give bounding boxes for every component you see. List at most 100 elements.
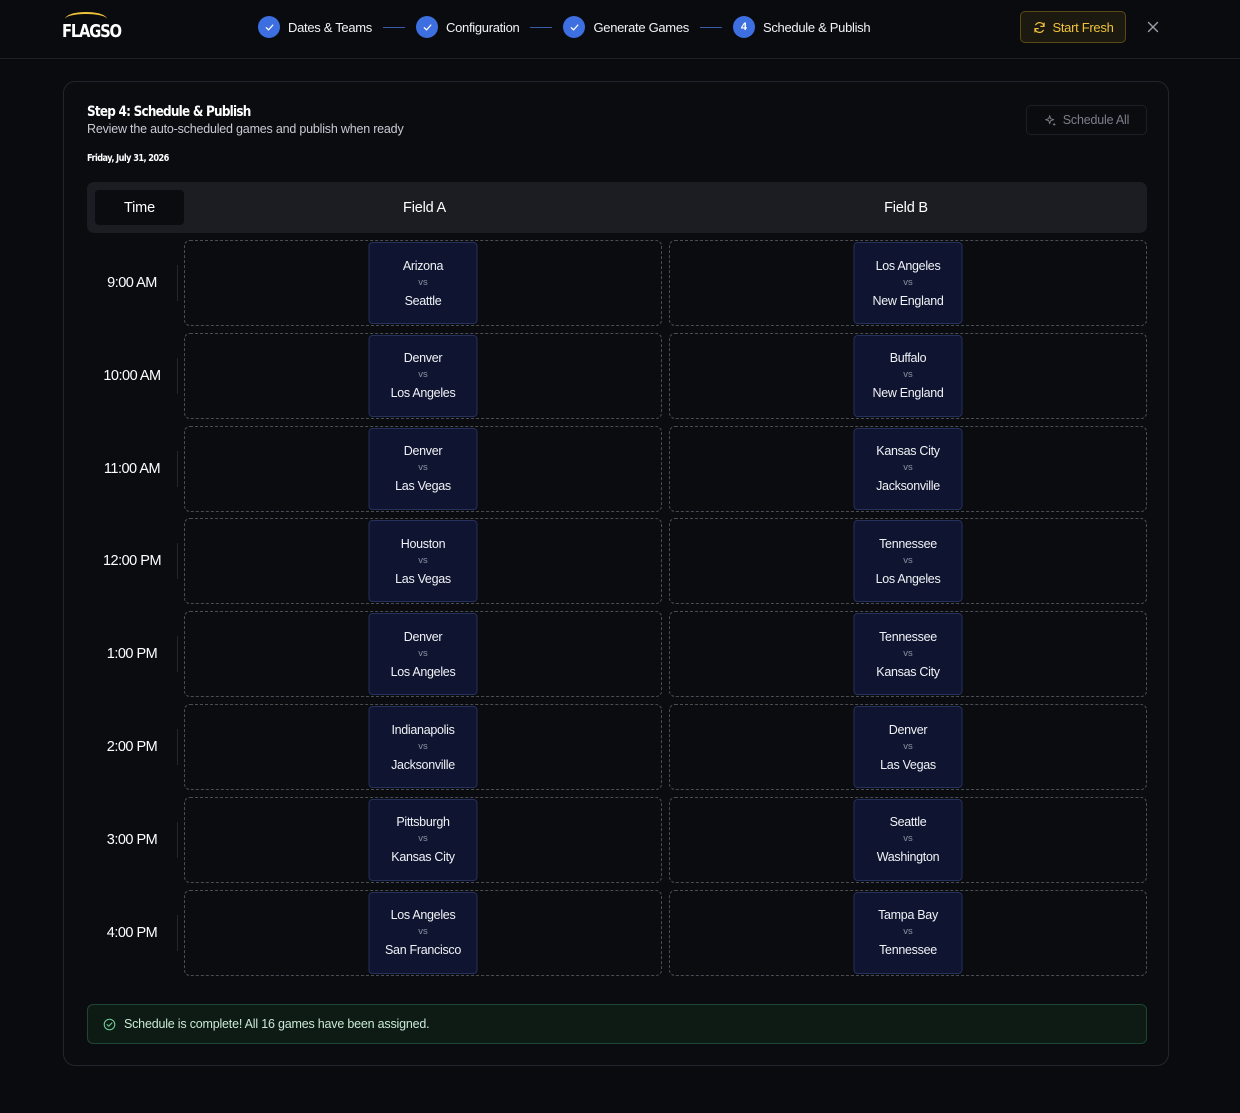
close-button[interactable] xyxy=(1144,18,1162,36)
home-team: Denver xyxy=(403,351,443,366)
vs-label: vs xyxy=(903,740,913,752)
time-slot-label: 1:00 PM xyxy=(106,646,158,663)
away-team: Los Angeles xyxy=(390,664,456,679)
step-generate-games[interactable]: Generate Games xyxy=(563,16,689,38)
field-b-slot[interactable]: Tennessee vs Los Angeles xyxy=(669,518,1147,605)
game-card[interactable]: Seattle vs Washington xyxy=(853,798,963,881)
vs-label: vs xyxy=(418,462,428,474)
home-team: Tennessee xyxy=(879,536,937,551)
step-connector xyxy=(383,26,406,28)
game-card[interactable]: Kansas City vs Jacksonville xyxy=(853,427,963,510)
game-card[interactable]: Denver vs Las Vegas xyxy=(368,427,478,510)
schedule-card: Step 4: Schedule & Publish Review the au… xyxy=(63,81,1169,1066)
step-dates-teams[interactable]: Dates & Teams xyxy=(258,16,372,38)
check-icon xyxy=(258,16,280,38)
field-a-slot[interactable]: Indianapolis vs Jacksonville xyxy=(184,704,662,790)
field-b-slot[interactable]: Denver vs Las Vegas xyxy=(669,704,1147,790)
time-slot-label: 9:00 AM xyxy=(107,275,157,291)
game-card[interactable]: Denver vs Las Vegas xyxy=(853,706,963,788)
time-divider xyxy=(177,821,178,858)
game-card[interactable]: Tampa Bay vs Tennessee xyxy=(853,891,963,974)
time-slot-label: 2:00 PM xyxy=(106,739,158,755)
vs-label: vs xyxy=(903,369,913,381)
time-slot-label: 10:00 AM xyxy=(103,367,161,384)
field-a-header: Field A xyxy=(403,199,446,216)
field-b-slot[interactable]: Tennessee vs Kansas City xyxy=(669,611,1147,698)
away-team: Seattle xyxy=(404,293,442,308)
field-b-slot[interactable]: Tampa Bay vs Tennessee xyxy=(669,889,1147,976)
game-card[interactable]: Los Angeles vs New England xyxy=(853,242,963,324)
game-card[interactable]: Arizona vs Seattle xyxy=(368,242,478,324)
top-bar: FLAGSO Dates & Teams Configuration Gener… xyxy=(0,0,1240,59)
start-fresh-label: Start Fresh xyxy=(1052,19,1114,35)
step-schedule-publish[interactable]: 4 Schedule & Publish xyxy=(732,16,871,38)
vs-label: vs xyxy=(903,276,913,288)
field-a-slot[interactable]: Denver vs Las Vegas xyxy=(184,425,662,512)
home-team: Buffalo xyxy=(889,351,927,366)
time-column-header: Time xyxy=(95,190,184,225)
away-team: New England xyxy=(872,293,944,308)
field-a-slot[interactable]: Denver vs Los Angeles xyxy=(184,611,662,698)
time-slot-label: 4:00 PM xyxy=(106,924,158,941)
field-a-slot[interactable]: Los Angeles vs San Francisco xyxy=(184,889,662,976)
time-slot-label: 12:00 PM xyxy=(102,553,162,570)
home-team: Seattle xyxy=(889,815,927,830)
status-message: Schedule is complete! All 16 games have … xyxy=(124,1017,430,1031)
vs-label: vs xyxy=(903,554,913,566)
time-divider xyxy=(177,450,178,487)
game-card[interactable]: Indianapolis vs Jacksonville xyxy=(368,706,478,788)
game-card[interactable]: Pittsburgh vs Kansas City xyxy=(368,798,478,881)
field-b-slot[interactable]: Seattle vs Washington xyxy=(669,796,1147,883)
home-team: Indianapolis xyxy=(391,722,455,737)
away-team: Jacksonville xyxy=(876,479,940,494)
field-a-slot[interactable]: Pittsburgh vs Kansas City xyxy=(184,796,662,883)
step-label: Configuration xyxy=(446,19,520,35)
game-card[interactable]: Denver vs Los Angeles xyxy=(368,613,478,696)
step-connector xyxy=(530,26,553,28)
game-card[interactable]: Tennessee vs Kansas City xyxy=(853,613,963,696)
time-divider xyxy=(177,729,178,765)
schedule-all-label: Schedule All xyxy=(1062,113,1130,127)
step-label: Dates & Teams xyxy=(288,19,373,35)
start-fresh-button[interactable]: Start Fresh xyxy=(1020,11,1126,43)
page-subtitle: Review the auto-scheduled games and publ… xyxy=(87,122,404,136)
time-divider xyxy=(177,357,178,394)
field-a-slot[interactable]: Arizona vs Seattle xyxy=(184,240,662,326)
time-divider xyxy=(177,636,178,673)
vs-label: vs xyxy=(418,369,428,381)
step-configuration[interactable]: Configuration xyxy=(416,16,520,38)
field-a-slot[interactable]: Denver vs Los Angeles xyxy=(184,332,662,419)
sparkle-icon xyxy=(1044,114,1056,126)
time-divider xyxy=(177,543,178,580)
step-label: Generate Games xyxy=(593,19,689,35)
game-card[interactable]: Los Angeles vs San Francisco xyxy=(368,891,478,974)
vs-label: vs xyxy=(418,647,428,659)
schedule-all-button[interactable]: Schedule All xyxy=(1026,105,1147,135)
logo-text: FLAGSO xyxy=(62,21,122,42)
away-team: Kansas City xyxy=(876,664,940,679)
away-team: Los Angeles xyxy=(390,386,456,401)
game-card[interactable]: Denver vs Los Angeles xyxy=(368,334,478,417)
field-b-slot[interactable]: Kansas City vs Jacksonville xyxy=(669,425,1147,512)
home-team: Denver xyxy=(403,444,443,459)
home-team: Denver xyxy=(403,629,443,644)
game-card[interactable]: Houston vs Las Vegas xyxy=(368,520,478,603)
time-slot-label: 11:00 AM xyxy=(103,460,161,477)
refresh-icon xyxy=(1033,21,1045,33)
home-team: Los Angeles xyxy=(390,908,456,923)
game-card[interactable]: Tennessee vs Los Angeles xyxy=(853,520,963,603)
schedule-date: Friday, July 31, 2026 xyxy=(87,153,169,164)
home-team: Houston xyxy=(400,536,446,551)
field-b-slot[interactable]: Los Angeles vs New England xyxy=(669,240,1147,326)
home-team: Los Angeles xyxy=(875,258,941,273)
vs-label: vs xyxy=(418,926,428,938)
away-team: Jacksonville xyxy=(391,757,455,772)
field-b-slot[interactable]: Buffalo vs New England xyxy=(669,332,1147,419)
home-team: Pittsburgh xyxy=(396,815,450,830)
away-team: Los Angeles xyxy=(875,571,941,586)
vs-label: vs xyxy=(903,647,913,659)
field-a-slot[interactable]: Houston vs Las Vegas xyxy=(184,518,662,605)
game-card[interactable]: Buffalo vs New England xyxy=(853,334,963,417)
app-logo[interactable]: FLAGSO xyxy=(62,12,122,44)
step-label: Schedule & Publish xyxy=(762,19,871,35)
